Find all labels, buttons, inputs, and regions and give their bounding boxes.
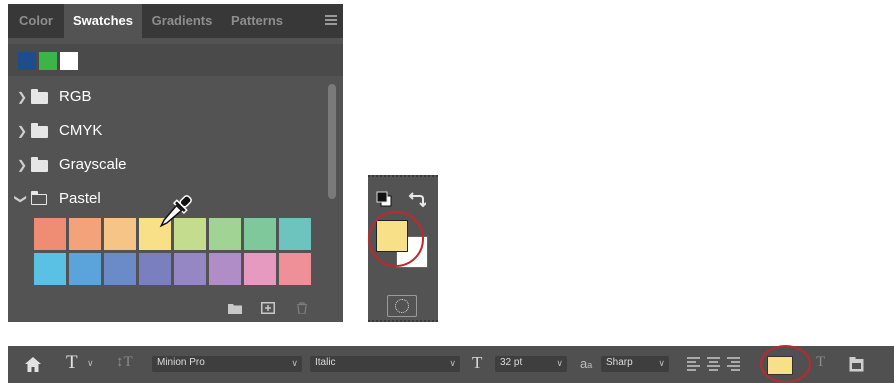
eyedropper-icon — [159, 195, 192, 228]
chevron-down-icon: ∨ — [658, 358, 665, 368]
antialias-value: Sharp — [606, 357, 633, 368]
color-swatch[interactable] — [104, 253, 136, 285]
color-swatch[interactable] — [69, 253, 101, 285]
tab-gradients[interactable]: Gradients — [142, 4, 222, 38]
color-swatch[interactable] — [279, 253, 311, 285]
color-swatch[interactable] — [244, 253, 276, 285]
font-size-select[interactable]: 32 pt ∨ — [495, 356, 567, 372]
align-left-button[interactable] — [687, 357, 700, 371]
antialias-icon: aa — [580, 356, 592, 371]
folder-icon — [31, 157, 48, 172]
delete-icon[interactable] — [295, 302, 309, 314]
font-family-select[interactable]: Minion Pro ∨ — [152, 356, 302, 372]
swatches-panel: Color Swatches Gradients Patterns ❯ RGB … — [8, 4, 343, 322]
antialias-select[interactable]: Sharp ∨ — [601, 356, 669, 372]
color-swatch[interactable] — [139, 253, 171, 285]
default-colors-icon[interactable] — [376, 191, 392, 207]
color-swatch[interactable] — [104, 218, 136, 250]
tool-preset-chevron-icon[interactable]: ∨ — [87, 358, 94, 369]
new-group-icon[interactable] — [228, 302, 242, 314]
color-swatch[interactable] — [279, 218, 311, 250]
folder-icon — [31, 89, 48, 104]
quick-mask-button[interactable] — [387, 295, 417, 317]
panel-tab-bar: Color Swatches Gradients Patterns — [8, 4, 343, 38]
swatch-group-label: Grayscale — [59, 156, 127, 173]
tab-color[interactable]: Color — [8, 4, 64, 38]
color-swatch[interactable] — [69, 218, 101, 250]
highlight-circle — [368, 211, 424, 267]
scrollbar-thumb[interactable] — [328, 84, 336, 199]
new-swatch-icon[interactable] — [261, 302, 275, 314]
text-orientation-icon[interactable]: ↕T — [116, 354, 133, 371]
folder-icon — [31, 123, 48, 138]
chevron-right-icon[interactable]: ❯ — [17, 124, 27, 138]
antialias-glyph-sub: a — [587, 360, 593, 370]
swap-colors-icon[interactable] — [408, 190, 426, 208]
highlight-circle — [760, 345, 811, 383]
align-right-button[interactable] — [727, 357, 740, 371]
tab-swatches[interactable]: Swatches — [64, 4, 142, 38]
tab-patterns[interactable]: Patterns — [222, 4, 292, 38]
recent-swatch[interactable] — [18, 52, 36, 70]
quick-mask-icon — [395, 299, 409, 313]
folder-open-icon — [30, 191, 47, 205]
home-icon[interactable] — [25, 357, 41, 372]
chevron-down-icon: ∨ — [449, 358, 456, 368]
chevron-right-icon[interactable]: ❯ — [17, 90, 27, 104]
recent-colors-row — [8, 44, 343, 76]
chevron-down-icon: ∨ — [291, 358, 298, 368]
color-swatch[interactable] — [209, 218, 241, 250]
swatch-group-grayscale[interactable]: ❯ Grayscale — [8, 151, 326, 181]
chevron-down-icon: ∨ — [556, 358, 563, 368]
recent-swatch[interactable] — [60, 52, 78, 70]
panel-menu-icon[interactable] — [325, 15, 337, 27]
chevron-down-icon[interactable]: ❯ — [14, 194, 28, 204]
color-swatch[interactable] — [34, 218, 66, 250]
type-tool-icon[interactable]: T — [66, 352, 78, 374]
color-swatch[interactable] — [209, 253, 241, 285]
swatch-group-label: RGB — [59, 88, 92, 105]
character-panel-icon[interactable] — [849, 357, 864, 372]
type-options-bar: T ∨ ↕T Minion Pro ∨ Italic ∨ T 32 pt ∨ a… — [8, 345, 894, 383]
recent-swatch[interactable] — [39, 52, 57, 70]
color-swatch[interactable] — [34, 253, 66, 285]
panel-footer — [8, 296, 343, 322]
tools-panel-color-area — [368, 175, 438, 322]
swatch-group-rgb[interactable]: ❯ RGB — [8, 83, 326, 113]
font-style-value: Italic — [315, 357, 336, 368]
color-swatch[interactable] — [174, 253, 206, 285]
warp-text-icon[interactable]: T — [816, 354, 825, 371]
font-style-select[interactable]: Italic ∨ — [310, 356, 460, 372]
font-size-value: 32 pt — [500, 357, 523, 368]
font-family-value: Minion Pro — [157, 357, 205, 368]
align-center-button[interactable] — [707, 357, 720, 371]
swatch-group-label: Pastel — [59, 190, 101, 207]
color-swatch[interactable] — [244, 218, 276, 250]
swatch-group-cmyk[interactable]: ❯ CMYK — [8, 117, 326, 147]
chevron-right-icon[interactable]: ❯ — [17, 158, 27, 172]
swatch-group-label: CMYK — [59, 122, 103, 139]
font-size-icon: T — [472, 353, 483, 372]
